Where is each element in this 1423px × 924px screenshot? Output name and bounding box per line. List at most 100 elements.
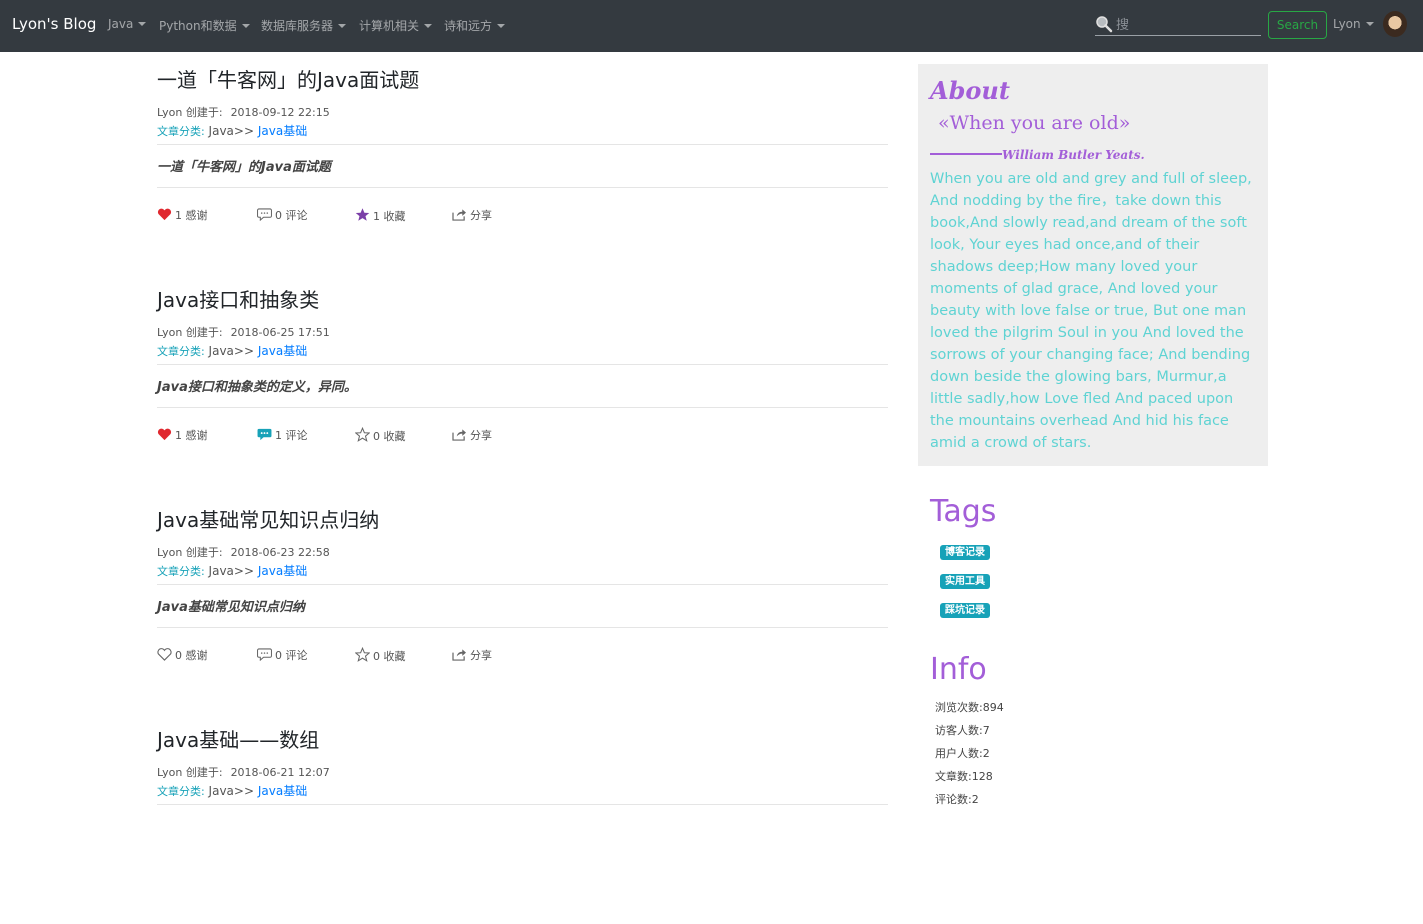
post-category: 文章分类: Java>> Java基础 <box>157 122 307 139</box>
comment-button[interactable]: 0 评论 <box>257 207 308 223</box>
favorite-button[interactable]: 1 收藏 <box>355 207 406 224</box>
star-icon <box>355 208 370 221</box>
category-parent: Java>> <box>208 124 255 138</box>
dash-line <box>930 153 1002 155</box>
divider <box>157 144 888 145</box>
post-title[interactable]: Java基础——数组 <box>157 724 319 753</box>
tags-heading: Tags <box>930 494 997 529</box>
share-label: 分享 <box>470 649 492 662</box>
heart-icon <box>157 208 172 221</box>
caret-down-icon <box>424 24 433 28</box>
brand-link[interactable]: Lyon's Blog <box>12 15 96 33</box>
post-date: 2018-09-12 22:15 <box>230 106 330 119</box>
divider <box>157 627 888 628</box>
post-category: 文章分类: Java>> Java基础 <box>157 562 307 579</box>
post-category: 文章分类: Java>> Java基础 <box>157 342 307 359</box>
comment-icon <box>257 648 272 662</box>
nav-menu-computer[interactable]: 计算机相关 <box>359 17 433 34</box>
thanks-button[interactable]: 1 感谢 <box>157 427 208 443</box>
share-icon <box>452 209 466 221</box>
thanks-button[interactable]: 0 感谢 <box>157 647 208 663</box>
post-summary: 一道「牛客网」的Java面试题 <box>157 160 331 175</box>
search-input[interactable] <box>1116 16 1256 34</box>
post-actions: 1 感谢 1 评论 0 收藏 分享 <box>157 426 888 447</box>
comment-icon <box>257 208 272 222</box>
nav-menu-poetry[interactable]: 诗和远方 <box>444 17 506 34</box>
poem-author: William Butler Yeats. <box>930 148 1145 162</box>
about-heading: About <box>930 76 1010 105</box>
poem-title: «When you are old» <box>938 112 1131 134</box>
post-title[interactable]: 一道「牛客网」的Java面试题 <box>157 64 419 93</box>
post-date: 2018-06-21 12:07 <box>230 766 330 779</box>
post-meta: Lyon 创建于: 2018-06-25 17:51 <box>157 324 330 340</box>
navbar: Lyon's Blog Java Python和数据 数据库服务器 计算机相关 … <box>0 0 1423 52</box>
category-parent: Java>> <box>208 344 255 358</box>
favorite-count: 0 收藏 <box>373 650 406 663</box>
caret-down-icon <box>338 24 347 28</box>
poem-author-name: William Butler Yeats. <box>1002 148 1145 162</box>
tag-pitfalls[interactable]: 踩坑记录 <box>940 603 990 618</box>
comment-count: 0 评论 <box>275 209 308 222</box>
caret-down-icon <box>497 24 506 28</box>
thanks-button[interactable]: 1 感谢 <box>157 207 208 223</box>
search-button[interactable]: Search <box>1268 11 1327 39</box>
user-menu[interactable]: Lyon <box>1333 17 1374 31</box>
share-button[interactable]: 分享 <box>452 207 492 223</box>
favorite-button[interactable]: 0 收藏 <box>354 426 406 444</box>
info-users: 用户人数:2 <box>935 747 990 760</box>
info-views: 浏览次数:894 <box>935 701 1004 714</box>
post-actions: 1 感谢 0 评论 1 收藏 分享 <box>157 207 888 227</box>
post-author: Lyon <box>157 546 183 559</box>
category-link[interactable]: Java基础 <box>258 344 307 358</box>
category-link[interactable]: Java基础 <box>258 564 307 578</box>
created-label: 创建于: <box>185 326 223 339</box>
tag-tools[interactable]: 实用工具 <box>940 574 990 589</box>
nav-menu-python[interactable]: Python和数据 <box>159 17 250 34</box>
poem-body: When you are old and grey and full of sl… <box>930 171 1252 451</box>
thanks-count: 1 感谢 <box>175 209 208 222</box>
divider <box>157 187 888 188</box>
category-link[interactable]: Java基础 <box>258 784 307 798</box>
post-meta: Lyon 创建于: 2018-06-23 22:58 <box>157 544 330 560</box>
nav-menu-database[interactable]: 数据库服务器 <box>261 17 347 34</box>
share-icon <box>452 429 466 441</box>
comment-button[interactable]: 1 评论 <box>257 427 308 443</box>
category-link[interactable]: Java基础 <box>258 124 307 138</box>
post-meta: Lyon 创建于: 2018-09-12 22:15 <box>157 104 330 120</box>
caret-down-icon <box>1365 22 1374 26</box>
avatar[interactable] <box>1383 11 1407 37</box>
nav-menu-java[interactable]: Java <box>108 17 147 31</box>
nav-menu-label: 数据库服务器 <box>261 19 334 33</box>
tag-blog-record[interactable]: 博客记录 <box>940 545 990 560</box>
post-card: 一道「牛客网」的Java面试题 Lyon 创建于: 2018-09-12 22:15… <box>157 64 888 264</box>
caret-down-icon <box>138 22 147 26</box>
comment-count: 1 评论 <box>275 429 308 442</box>
thanks-count: 1 感谢 <box>175 429 208 442</box>
share-button[interactable]: 分享 <box>452 427 492 443</box>
post-card: Java接口和抽象类 Lyon 创建于: 2018-06-25 17:51 文章分类:… <box>157 284 888 484</box>
divider <box>157 407 888 408</box>
info-visitors: 访客人数:7 <box>935 724 990 737</box>
search-icon <box>1096 16 1113 33</box>
share-button[interactable]: 分享 <box>452 647 492 663</box>
category-parent: Java>> <box>208 784 255 798</box>
category-label: 文章分类: <box>157 125 205 138</box>
post-date: 2018-06-25 17:51 <box>230 326 330 339</box>
category-label: 文章分类: <box>157 565 205 578</box>
category-label: 文章分类: <box>157 785 205 798</box>
share-label: 分享 <box>470 429 492 442</box>
divider <box>157 584 888 585</box>
share-icon <box>452 649 466 661</box>
nav-menu-label: 诗和远方 <box>444 19 493 33</box>
comment-icon <box>257 428 272 441</box>
post-card: Java基础——数组 Lyon 创建于: 2018-06-21 12:07 文章分类:… <box>157 724 888 924</box>
post-title[interactable]: Java接口和抽象类 <box>157 284 319 313</box>
post-card: Java基础常见知识点归纳 Lyon 创建于: 2018-06-23 22:58 文章… <box>157 504 888 704</box>
star-icon <box>354 426 371 442</box>
favorite-button[interactable]: 0 收藏 <box>354 646 406 664</box>
post-author: Lyon <box>157 106 183 119</box>
post-category: 文章分类: Java>> Java基础 <box>157 782 307 799</box>
heart-icon <box>157 648 172 661</box>
comment-button[interactable]: 0 评论 <box>257 647 308 663</box>
post-title[interactable]: Java基础常见知识点归纳 <box>157 504 379 533</box>
